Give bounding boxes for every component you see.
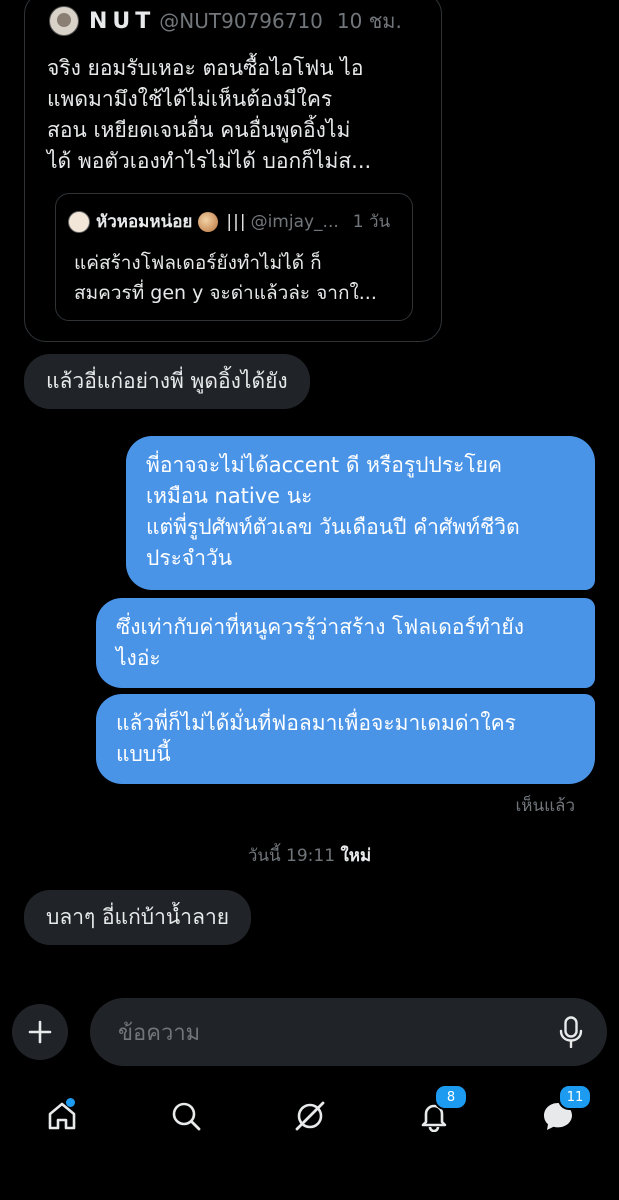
date-divider: วันนี้ 19:11 ใหม่ [0, 842, 619, 869]
add-media-button[interactable] [12, 1004, 68, 1060]
post-time: 10 ชม. [336, 9, 402, 33]
author-name: NUT [89, 8, 156, 34]
post-text: จริง ยอมรับเหอะ ตอนซื้อไอโฟน ไอ แพดมามึง… [47, 53, 427, 177]
quoted-text-line: สมควรที่ gen y จะด่าแล้วล่ะ จากใ... [74, 282, 377, 304]
search-icon [172, 1102, 201, 1131]
message-text-line: เหมือน native นะ [146, 484, 313, 508]
message-text-line: ซึ่งเท่ากับค่าที่หนูควรรู้ว่าสร้าง โฟลเด… [116, 615, 524, 639]
tab-search[interactable] [164, 1094, 208, 1138]
message-input[interactable] [116, 998, 540, 1068]
quoted-post-text: แค่สร้างโฟลเดอร์ยังทำไม่ได้ ก็ สมควรที่ … [74, 248, 404, 308]
incoming-message[interactable]: แล้วอี่แก่อย่างพี่ พูดอิ้งได้ยัง [24, 354, 310, 409]
quoted-post-header: หัวหอมหน่อย ||| @imjay_... 1 วัน [68, 208, 390, 235]
date-divider-time: วันนี้ 19:11 [247, 846, 336, 866]
message-text-line: ประจำวัน [146, 546, 233, 570]
messages-badge: 11 [558, 1084, 592, 1110]
message-text-line: แบบนี้ [116, 742, 171, 766]
post-text-line: แพดมามึงใช้ได้ไม่เห็นต้องมีใคร [47, 87, 333, 111]
plus-icon [28, 1020, 52, 1044]
outgoing-message[interactable]: แล้วพี่ก็ไม่ได้มั่นที่ฟอลมาเพื่อจะมาเดมด… [96, 694, 595, 784]
shared-post-card[interactable]: NUT @NUT90796710 10 ชม. จริง ยอมรับเหอะ … [24, 0, 442, 342]
message-text-line: ไงอ่ะ [116, 646, 161, 670]
author-avatar [49, 6, 79, 36]
tab-grok[interactable] [288, 1094, 332, 1138]
seen-status: เห็นแล้ว [515, 796, 575, 816]
message-composer [0, 998, 619, 1068]
microphone-icon[interactable] [559, 1016, 583, 1048]
tab-notifications[interactable]: 8 [412, 1084, 468, 1138]
home-unread-dot [66, 1098, 75, 1107]
outgoing-message[interactable]: ซึ่งเท่ากับค่าที่หนูควรรู้ว่าสร้าง โฟลเด… [96, 598, 595, 688]
quoted-post-time: 1 วัน [352, 212, 391, 232]
tab-home[interactable] [40, 1094, 84, 1138]
message-text-line: แล้วพี่ก็ไม่ได้มั่นที่ฟอลมาเพื่อจะมาเดมด… [116, 711, 516, 735]
bottom-tab-bar: 8 11 [0, 1084, 619, 1146]
post-text-line: จริง ยอมรับเหอะ ตอนซื้อไอโฟน ไอ [47, 56, 364, 80]
incoming-message[interactable]: บลาๆ อี่แก่บ้าน้ำลาย [24, 890, 252, 945]
message-text-line: แต่พี่รูปศัพท์ตัวเลข วันเดือนปี คำศัพท์ช… [146, 515, 520, 539]
quoted-author-name: หัวหอมหน่อย [96, 212, 193, 232]
author-handle: @NUT90796710 [159, 9, 323, 33]
post-header: NUT @NUT90796710 10 ชม. [49, 5, 402, 37]
new-label: ใหม่ [340, 846, 372, 866]
notifications-badge: 8 [434, 1084, 468, 1110]
outgoing-message[interactable]: พี่อาจจะไม่ได้accent ดี หรือรูปประโยค เห… [126, 436, 595, 590]
tab-messages[interactable]: 11 [536, 1084, 592, 1138]
quoted-author-avatar [68, 210, 90, 233]
message-text: แล้วอี่แก่อย่างพี่ พูดอิ้งได้ยัง [46, 369, 288, 393]
message-text: บลาๆ อี่แก่บ้าน้ำลาย [46, 905, 230, 929]
post-text-line: ได้ พอตัวเองทำไรไม่ได้ บอกก็ไม่ส... [47, 149, 372, 173]
quoted-text-line: แค่สร้างโฟลเดอร์ยังทำไม่ได้ ก็ [74, 252, 322, 274]
message-text-line: พี่อาจจะไม่ได้accent ดี หรือรูปประโยค [146, 453, 503, 477]
grok-icon [295, 1101, 325, 1131]
quoted-author-handle: @imjay_... [250, 211, 339, 232]
quoted-author-bars: ||| [226, 211, 247, 232]
quoted-post-card[interactable]: หัวหอมหน่อย ||| @imjay_... 1 วัน แค่สร้า… [55, 193, 413, 321]
message-input-box[interactable] [90, 998, 607, 1068]
onion-emoji-icon [198, 211, 219, 232]
post-text-line: สอน เหยียดเจนอื่น คนอื่นพูดอิ้งไม่ [47, 118, 351, 142]
